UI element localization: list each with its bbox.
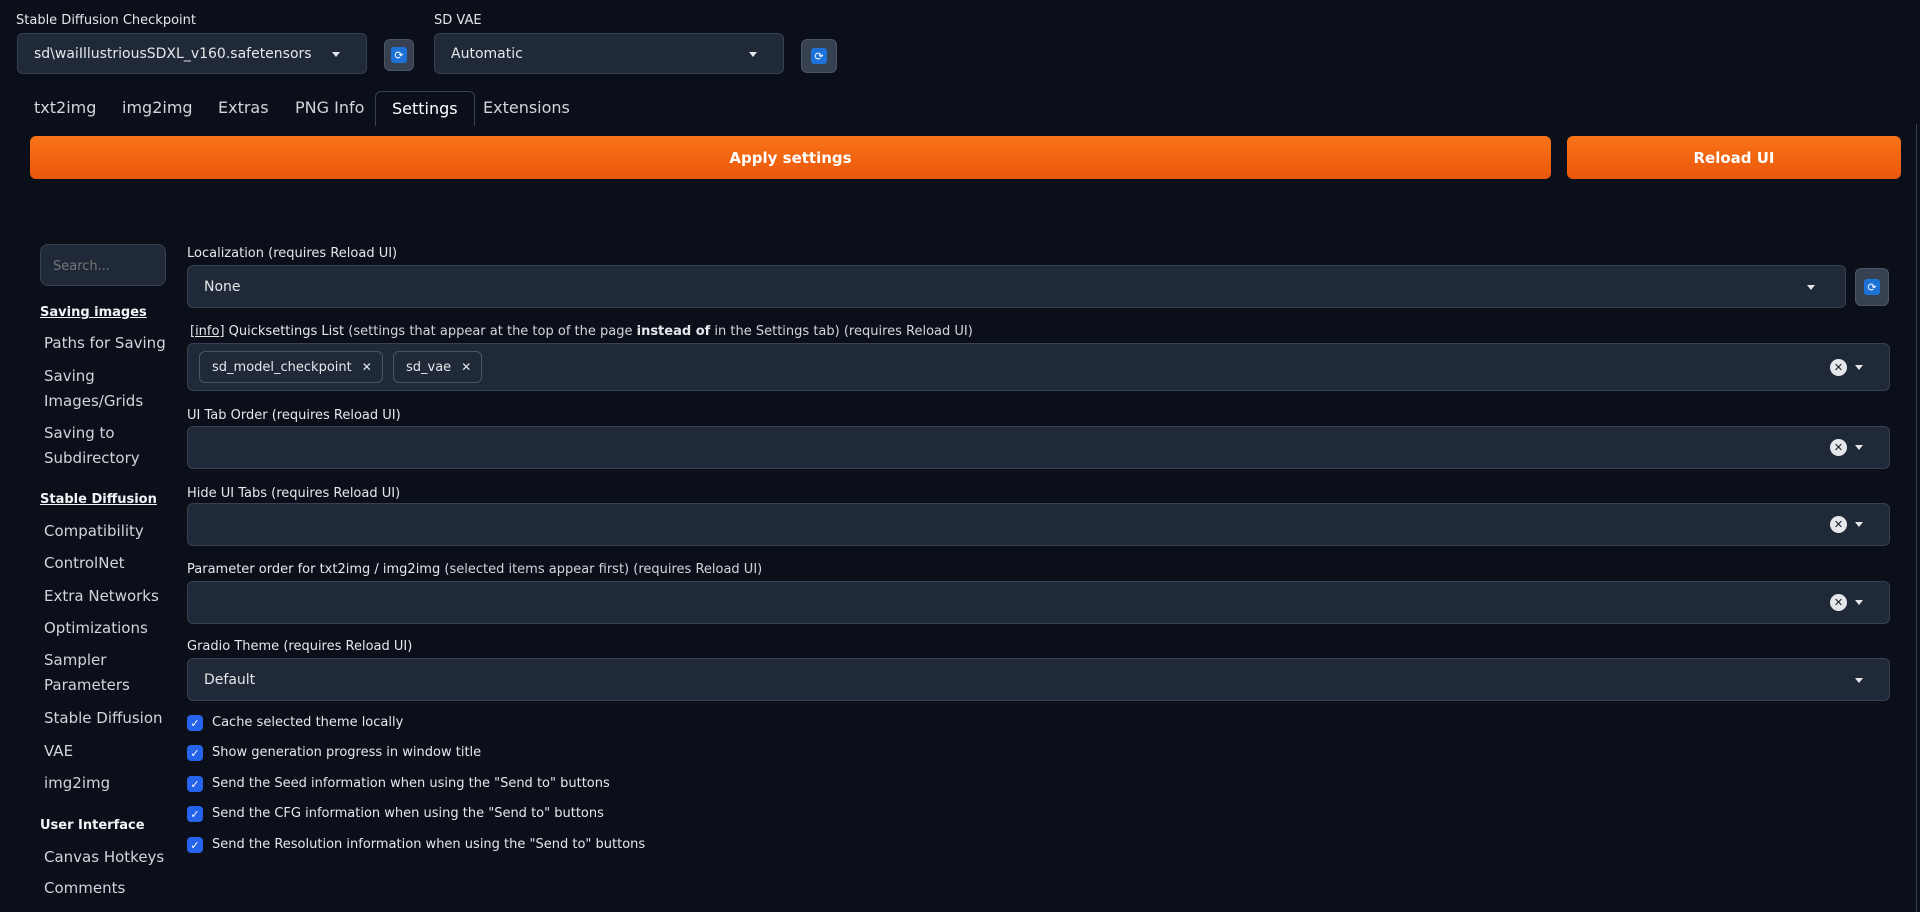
sidebar-item-optimizations[interactable]: Optimizations bbox=[44, 616, 174, 641]
chip-label: sd_vae bbox=[406, 359, 452, 375]
tab-order-multiselect[interactable] bbox=[187, 426, 1890, 469]
sidebar-item-sampler-parameters[interactable]: Sampler Parameters bbox=[44, 648, 174, 698]
sidebar-item-paths-for-saving[interactable]: Paths for Saving bbox=[44, 331, 174, 356]
vae-value: Automatic bbox=[451, 45, 523, 62]
vae-label: SD VAE bbox=[434, 13, 482, 28]
chevron-down-icon bbox=[1807, 284, 1815, 290]
checkbox-label-cache-theme[interactable]: Cache selected theme locally bbox=[212, 715, 403, 730]
param-order-multiselect[interactable] bbox=[187, 581, 1890, 624]
sidebar-item-compatibility[interactable]: Compatibility bbox=[44, 519, 174, 544]
refresh-icon: ⟳ bbox=[811, 48, 827, 64]
sidebar-item-stable-diffusion[interactable]: Stable Diffusion bbox=[44, 706, 174, 731]
sidebar-item-canvas-hotkeys[interactable]: Canvas Hotkeys bbox=[44, 845, 174, 870]
sidebar-item-extra-networks[interactable]: Extra Networks bbox=[44, 584, 174, 609]
settings-search-input[interactable] bbox=[51, 255, 163, 277]
tab-order-note: (requires Reload UI) bbox=[271, 408, 401, 423]
sidebar-item-comments[interactable]: Comments bbox=[44, 876, 174, 901]
tab-order-label: UI Tab Order (requires Reload UI) bbox=[187, 408, 401, 423]
tab-txt2img[interactable]: txt2img bbox=[34, 92, 96, 124]
hide-tabs-multiselect[interactable] bbox=[187, 503, 1890, 546]
chip-label: sd_model_checkpoint bbox=[212, 359, 352, 375]
chevron-down-icon bbox=[332, 51, 340, 57]
refresh-checkpoint-button[interactable]: ⟳ bbox=[384, 39, 414, 71]
checkbox-label-send-cfg[interactable]: Send the CFG information when using the … bbox=[212, 806, 604, 821]
quicksettings-label-text: Quicksettings List bbox=[228, 324, 345, 339]
checkbox-cache-theme[interactable]: ✓ bbox=[187, 715, 203, 731]
clear-icon[interactable]: ✕ bbox=[1830, 359, 1847, 376]
refresh-icon: ⟳ bbox=[391, 47, 407, 63]
refresh-vae-button[interactable]: ⟳ bbox=[801, 39, 837, 73]
clear-icon[interactable]: ✕ bbox=[1830, 516, 1847, 533]
chevron-down-icon[interactable] bbox=[1855, 365, 1863, 370]
chevron-down-icon[interactable] bbox=[1855, 445, 1863, 450]
sidebar-item-img2img[interactable]: img2img bbox=[44, 771, 174, 796]
checkbox-send-cfg[interactable]: ✓ bbox=[187, 806, 203, 822]
sidebar-item-saving-to-subdirectory[interactable]: Saving to Subdirectory bbox=[44, 421, 174, 471]
close-icon[interactable]: ✕ bbox=[461, 360, 471, 374]
refresh-localization-button[interactable]: ⟳ bbox=[1855, 268, 1889, 306]
checkbox-label-progress-title[interactable]: Show generation progress in window title bbox=[212, 745, 481, 760]
sidebar-item-saving-images-grids[interactable]: Saving Images/Grids bbox=[44, 364, 174, 414]
tab-settings[interactable]: Settings bbox=[375, 91, 475, 126]
sidebar-header-user-interface[interactable]: User Interface bbox=[40, 813, 170, 838]
checkpoint-label: Stable Diffusion Checkpoint bbox=[16, 13, 196, 28]
checkbox-send-resolution[interactable]: ✓ bbox=[187, 837, 203, 853]
localization-note: (requires Reload UI) bbox=[268, 246, 398, 261]
checkbox-progress-title[interactable]: ✓ bbox=[187, 745, 203, 761]
scrollbar-track[interactable] bbox=[1916, 124, 1917, 912]
theme-value: Default bbox=[204, 671, 256, 688]
tab-order-label-text: UI Tab Order bbox=[187, 408, 268, 423]
localization-label-text: Localization bbox=[187, 246, 264, 261]
settings-search-box[interactable] bbox=[40, 244, 166, 286]
quicksettings-note-b: instead of bbox=[636, 324, 711, 339]
checkpoint-dropdown[interactable]: sd\waiIllustriousSDXL_v160.safetensors bbox=[17, 33, 367, 74]
quicksettings-note-a: (settings that appear at the top of the … bbox=[348, 324, 637, 339]
sidebar-item-controlnet[interactable]: ControlNet bbox=[44, 551, 174, 576]
theme-label-text: Gradio Theme bbox=[187, 639, 280, 654]
param-order-note: (selected items appear first) (requires … bbox=[444, 562, 763, 577]
chip-sd-model-checkpoint[interactable]: sd_model_checkpoint ✕ bbox=[199, 351, 383, 383]
tab-img2img[interactable]: img2img bbox=[122, 92, 193, 124]
clear-icon[interactable]: ✕ bbox=[1830, 594, 1847, 611]
chevron-down-icon[interactable] bbox=[1855, 522, 1863, 527]
theme-dropdown[interactable]: Default bbox=[187, 658, 1890, 701]
hide-tabs-label: Hide UI Tabs (requires Reload UI) bbox=[187, 486, 400, 501]
quicksettings-note-c: in the Settings tab) (requires Reload UI… bbox=[710, 324, 973, 339]
chevron-down-icon[interactable] bbox=[1855, 600, 1863, 605]
sidebar-header-stable-diffusion[interactable]: Stable Diffusion bbox=[40, 487, 170, 512]
tab-extensions[interactable]: Extensions bbox=[483, 92, 570, 124]
chevron-down-icon bbox=[749, 51, 757, 57]
clear-icon[interactable]: ✕ bbox=[1830, 439, 1847, 456]
quicksettings-label: [info] Quicksettings List (settings that… bbox=[190, 324, 973, 339]
quicksettings-info-link[interactable]: [info] bbox=[190, 324, 225, 339]
chip-sd-vae[interactable]: sd_vae ✕ bbox=[393, 351, 483, 383]
sidebar-item-vae[interactable]: VAE bbox=[44, 739, 174, 764]
localization-dropdown[interactable]: None bbox=[187, 265, 1846, 308]
theme-note: (requires Reload UI) bbox=[283, 639, 413, 654]
param-order-label-text: Parameter order for txt2img / img2img bbox=[187, 562, 441, 577]
localization-value: None bbox=[204, 278, 241, 295]
checkbox-label-send-resolution[interactable]: Send the Resolution information when usi… bbox=[212, 837, 645, 852]
reload-ui-button[interactable]: Reload UI bbox=[1567, 136, 1901, 179]
refresh-icon: ⟳ bbox=[1864, 279, 1880, 295]
close-icon[interactable]: ✕ bbox=[362, 360, 372, 374]
checkbox-send-seed[interactable]: ✓ bbox=[187, 776, 203, 792]
tab-png-info[interactable]: PNG Info bbox=[295, 92, 364, 124]
checkpoint-value: sd\waiIllustriousSDXL_v160.safetensors bbox=[34, 45, 312, 62]
checkbox-label-send-seed[interactable]: Send the Seed information when using the… bbox=[212, 776, 610, 791]
tab-extras[interactable]: Extras bbox=[218, 92, 269, 124]
hide-tabs-note: (requires Reload UI) bbox=[271, 486, 401, 501]
hide-tabs-label-text: Hide UI Tabs bbox=[187, 486, 268, 501]
theme-label: Gradio Theme (requires Reload UI) bbox=[187, 639, 412, 654]
vae-dropdown[interactable]: Automatic bbox=[434, 33, 784, 74]
param-order-label: Parameter order for txt2img / img2img (s… bbox=[187, 562, 762, 577]
apply-settings-button[interactable]: Apply settings bbox=[30, 136, 1551, 179]
chevron-down-icon bbox=[1855, 677, 1863, 683]
sidebar-header-saving-images[interactable]: Saving images bbox=[40, 300, 170, 325]
localization-label: Localization (requires Reload UI) bbox=[187, 246, 397, 261]
